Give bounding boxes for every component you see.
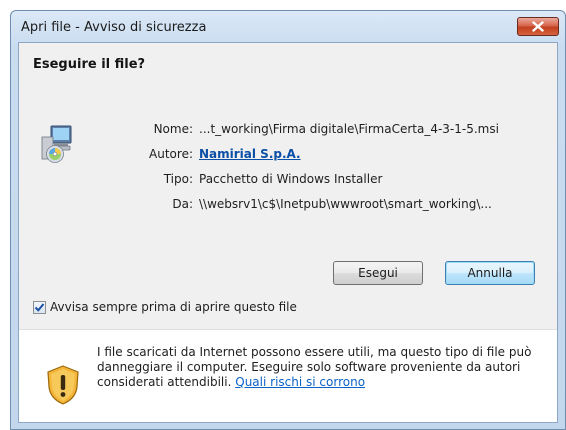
close-icon: [532, 21, 544, 32]
window-title: Apri file - Avviso di sicurezza: [21, 20, 207, 35]
always-ask-checkbox[interactable]: [33, 300, 46, 314]
from-value: \\websrv1\c$\Inetpub\wwwroot\smart_worki…: [199, 197, 492, 211]
type-label: Tipo:: [163, 172, 193, 186]
publisher-link[interactable]: Namirial S.p.A.: [199, 147, 301, 161]
check-icon: [34, 302, 45, 312]
security-warning-window: Apri file - Avviso di sicurezza Eseguire…: [10, 10, 566, 430]
publisher-label: Autore:: [149, 147, 193, 161]
from-label: Da:: [172, 197, 193, 211]
type-value: Pacchetto di Windows Installer: [199, 172, 383, 186]
name-label: Nome:: [153, 122, 193, 136]
windows-installer-icon: [41, 125, 72, 163]
always-ask-option[interactable]: Avvisa sempre prima di aprire questo fil…: [33, 300, 297, 314]
divider: [19, 329, 557, 330]
dialog-heading: Eseguire il file?: [33, 57, 146, 72]
always-ask-label: Avvisa sempre prima di aprire questo fil…: [50, 300, 297, 314]
run-button[interactable]: Esegui: [333, 261, 423, 285]
risks-link[interactable]: Quali rischi si corrono: [235, 375, 365, 389]
dialog-main-panel: Eseguire il file? Nome: ...t_working\Fir…: [19, 43, 557, 329]
security-shield-icon: [47, 365, 79, 405]
cancel-button[interactable]: Annulla: [445, 261, 535, 285]
dialog-body: Eseguire il file? Nome: ...t_working\Fir…: [18, 42, 558, 423]
close-button[interactable]: [517, 17, 559, 36]
security-warning-text: I file scaricati da Internet possono ess…: [97, 345, 552, 390]
name-value: ...t_working\Firma digitale\FirmaCerta_4…: [199, 122, 499, 136]
